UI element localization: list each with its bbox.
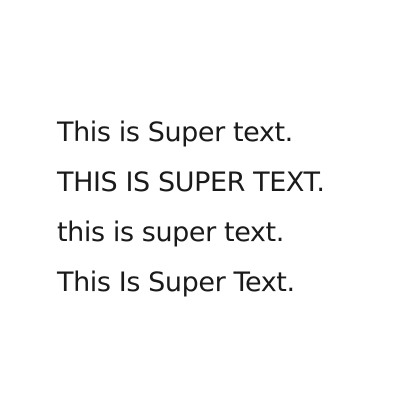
text-line-title-case: This Is Super Text.	[57, 267, 295, 298]
text-line-lowercase: this is super text.	[57, 217, 284, 248]
canvas: This is Super text. THIS IS SUPER TEXT. …	[0, 0, 400, 400]
text-line-sentence-case: This is Super text.	[57, 117, 293, 148]
text-line-uppercase: THIS IS SUPER TEXT.	[57, 167, 325, 198]
text-block: This is Super text. THIS IS SUPER TEXT. …	[57, 108, 325, 308]
